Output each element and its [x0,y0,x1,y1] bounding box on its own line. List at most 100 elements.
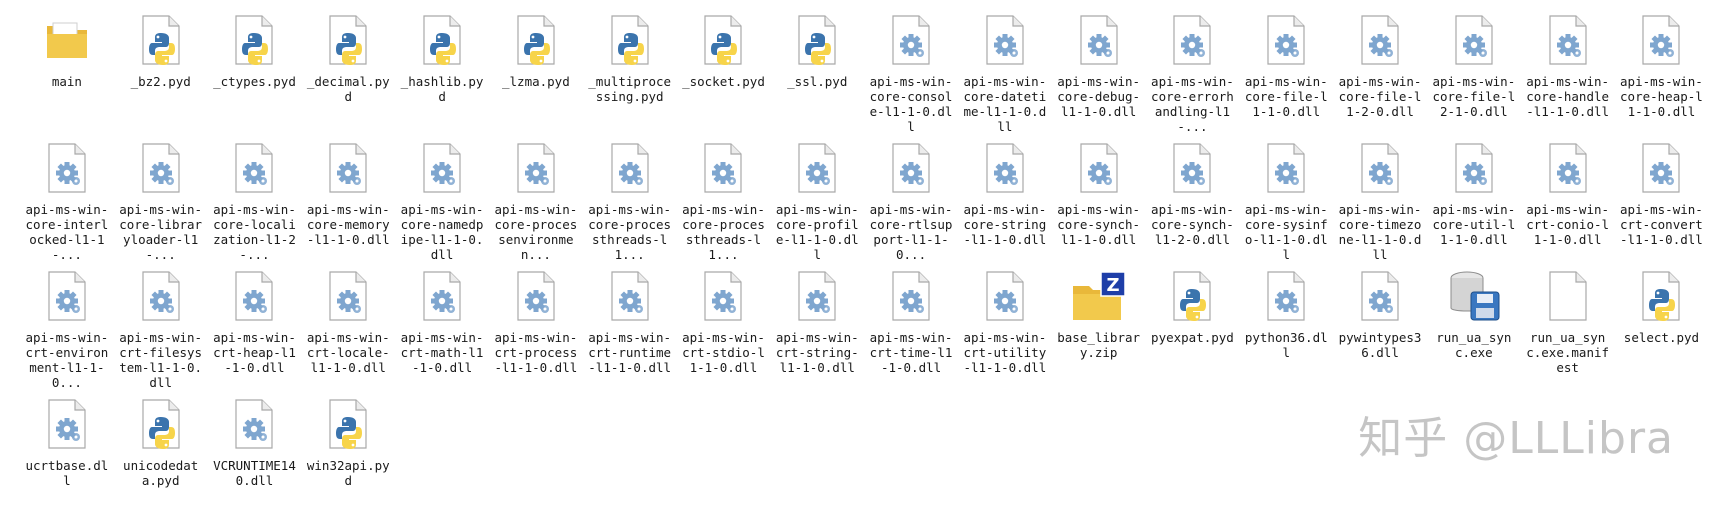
file-item[interactable]: api-ms-win-core-console-l1-1-0.dll [864,8,958,136]
file-item[interactable]: win32api.pyd [301,392,395,520]
file-item[interactable]: pywintypes36.dll [1333,264,1427,392]
file-item[interactable]: api-ms-win-core-interlocked-l1-1-... [20,136,114,264]
dll-file-icon [506,264,566,328]
dll-file-icon [1162,8,1222,72]
file-item[interactable]: api-ms-win-core-errorhandling-l1-... [1146,8,1240,136]
dll-file-icon [131,264,191,328]
file-item[interactable]: api-ms-win-core-rtlsupport-l1-1-0... [864,136,958,264]
file-item[interactable]: api-ms-win-crt-time-l1-1-0.dll [864,264,958,392]
file-item[interactable]: api-ms-win-core-processthreads-l1... [677,136,771,264]
file-item[interactable]: _hashlib.pyd [395,8,489,136]
file-item[interactable]: api-ms-win-core-localization-l1-2-... [208,136,302,264]
file-name-label: api-ms-win-core-synch-l1-1-0.dll [1057,202,1141,247]
file-name-label: api-ms-win-core-processenvironmen... [494,202,578,262]
dll-file-icon [318,136,378,200]
file-item[interactable]: api-ms-win-core-sysinfo-l1-1-0.dll [1239,136,1333,264]
file-name-label: main [51,74,82,89]
file-name-label: _ctypes.pyd [213,74,296,89]
dll-file-icon [881,264,941,328]
file-name-label: api-ms-win-crt-runtime-l1-1-0.dll [588,330,672,375]
file-name-label: api-ms-win-core-interlocked-l1-1-... [25,202,109,262]
file-name-label: api-ms-win-core-processthreads-l1... [588,202,672,262]
file-item[interactable]: api-ms-win-crt-string-l1-1-0.dll [770,264,864,392]
file-item[interactable]: pyexpat.pyd [1146,264,1240,392]
file-item[interactable]: api-ms-win-core-util-l1-1-0.dll [1427,136,1521,264]
file-item[interactable]: api-ms-win-core-memory-l1-1-0.dll [301,136,395,264]
file-item[interactable]: api-ms-win-crt-filesystem-l1-1-0.dll [114,264,208,392]
file-item[interactable]: api-ms-win-crt-heap-l1-1-0.dll [208,264,302,392]
file-item[interactable]: VCRUNTIME140.dll [208,392,302,520]
file-item[interactable]: api-ms-win-crt-convert-l1-1-0.dll [1615,136,1709,264]
dll-file-icon [600,264,660,328]
file-item[interactable]: run_ua_sync.exe [1427,264,1521,392]
file-item[interactable]: api-ms-win-core-timezone-l1-1-0.dll [1333,136,1427,264]
file-name-label: _lzma.pyd [502,74,570,89]
file-item[interactable]: run_ua_sync.exe.manifest [1521,264,1615,392]
file-item[interactable]: api-ms-win-crt-math-l1-1-0.dll [395,264,489,392]
python-file-icon [224,8,284,72]
file-item[interactable]: api-ms-win-core-file-l2-1-0.dll [1427,8,1521,136]
file-item[interactable]: _ssl.pyd [770,8,864,136]
dll-file-icon [693,264,753,328]
file-item[interactable]: api-ms-win-core-debug-l1-1-0.dll [1052,8,1146,136]
dll-file-icon [600,136,660,200]
file-name-label: _hashlib.pyd [400,74,484,104]
file-name-label: api-ms-win-core-libraryloader-l1-... [119,202,203,262]
file-item[interactable]: select.pyd [1615,264,1709,392]
file-item[interactable]: api-ms-win-crt-environment-l1-1-0... [20,264,114,392]
file-name-label: run_ua_sync.exe [1436,330,1512,360]
file-name-label: api-ms-win-crt-utility-l1-1-0.dll [963,330,1047,375]
dll-file-icon [1350,8,1410,72]
file-item[interactable]: api-ms-win-core-synch-l1-1-0.dll [1052,136,1146,264]
file-item[interactable]: api-ms-win-core-processthreads-l1... [583,136,677,264]
file-item[interactable]: python36.dll [1239,264,1333,392]
file-item[interactable]: _bz2.pyd [114,8,208,136]
file-item[interactable]: _ctypes.pyd [208,8,302,136]
file-item[interactable]: api-ms-win-crt-utility-l1-1-0.dll [958,264,1052,392]
dll-file-icon [37,392,97,456]
file-item[interactable]: api-ms-win-core-datetime-l1-1-0.dll [958,8,1052,136]
file-name-label: python36.dll [1244,330,1328,360]
file-item[interactable]: api-ms-win-core-profile-l1-1-0.dll [770,136,864,264]
dll-file-icon [412,136,472,200]
file-item[interactable]: api-ms-win-core-handle-l1-1-0.dll [1521,8,1615,136]
zip-folder-icon: Z [1069,264,1129,328]
file-item[interactable]: api-ms-win-crt-locale-l1-1-0.dll [301,264,395,392]
file-item[interactable]: _decimal.pyd [301,8,395,136]
dll-file-icon [1444,8,1504,72]
dll-file-icon [412,264,472,328]
file-item[interactable]: _multiprocessing.pyd [583,8,677,136]
file-item[interactable]: Z base_library.zip [1052,264,1146,392]
dll-file-icon [787,136,847,200]
file-item[interactable]: unicodedata.pyd [114,392,208,520]
blank-file-icon [1538,264,1598,328]
file-item[interactable]: api-ms-win-core-file-l1-1-0.dll [1239,8,1333,136]
dll-file-icon [1350,136,1410,200]
file-name-label: pyexpat.pyd [1151,330,1234,345]
file-item[interactable]: _socket.pyd [677,8,771,136]
file-item[interactable]: api-ms-win-crt-runtime-l1-1-0.dll [583,264,677,392]
file-item[interactable]: api-ms-win-core-synch-l1-2-0.dll [1146,136,1240,264]
file-item[interactable]: api-ms-win-crt-conio-l1-1-0.dll [1521,136,1615,264]
svg-text:Z: Z [1106,275,1119,296]
file-item[interactable]: api-ms-win-core-libraryloader-l1-... [114,136,208,264]
file-item[interactable]: api-ms-win-crt-stdio-l1-1-0.dll [677,264,771,392]
file-item[interactable]: api-ms-win-core-string-l1-1-0.dll [958,136,1052,264]
python-file-icon [131,8,191,72]
file-name-label: api-ms-win-core-datetime-l1-1-0.dll [963,74,1047,134]
file-item[interactable]: api-ms-win-core-namedpipe-l1-1-0.dll [395,136,489,264]
file-item[interactable]: main [20,8,114,136]
file-item[interactable]: _lzma.pyd [489,8,583,136]
dll-file-icon [131,136,191,200]
file-item[interactable]: api-ms-win-crt-process-l1-1-0.dll [489,264,583,392]
file-name-label: api-ms-win-core-localization-l1-2-... [213,202,296,262]
file-item[interactable]: ucrtbase.dll [20,392,114,520]
dll-file-icon [506,136,566,200]
dll-file-icon [1444,136,1504,200]
file-name-label: api-ms-win-core-console-l1-1-0.dll [869,74,953,134]
python-file-icon [131,392,191,456]
file-name-label: _decimal.pyd [306,74,390,104]
file-item[interactable]: api-ms-win-core-processenvironmen... [489,136,583,264]
file-item[interactable]: api-ms-win-core-file-l1-2-0.dll [1333,8,1427,136]
file-item[interactable]: api-ms-win-core-heap-l1-1-0.dll [1615,8,1709,136]
